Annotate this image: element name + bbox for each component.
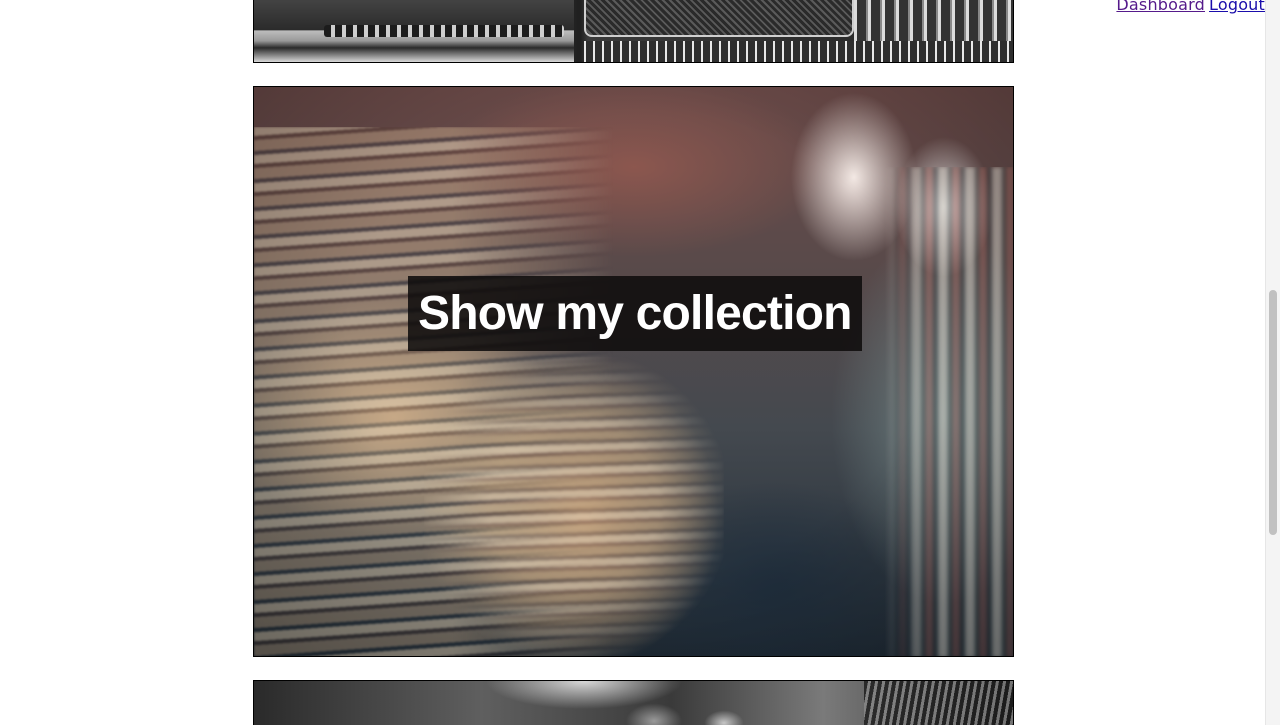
typewriter-tile[interactable] xyxy=(253,680,1014,725)
logout-link[interactable]: Logout xyxy=(1209,0,1265,14)
top-nav: Dashboard Logout xyxy=(1116,0,1265,16)
speaker-grille xyxy=(584,0,854,37)
rack-vents xyxy=(584,41,1013,62)
amplifier-knobs xyxy=(324,25,564,37)
page-scrollbar[interactable] xyxy=(1265,0,1280,725)
stereo-tile[interactable] xyxy=(253,0,1014,63)
image-vignette xyxy=(254,87,1013,656)
show-collection-button[interactable]: Show my collection xyxy=(408,276,862,351)
dashboard-link[interactable]: Dashboard xyxy=(1116,0,1205,14)
typewriter-keys xyxy=(864,681,1013,725)
scrollbar-thumb[interactable] xyxy=(1269,290,1277,535)
page: Dashboard Logout Show my collection xyxy=(0,0,1280,725)
collection-tile[interactable]: Show my collection xyxy=(253,86,1014,657)
equipment-stack xyxy=(854,0,1013,41)
